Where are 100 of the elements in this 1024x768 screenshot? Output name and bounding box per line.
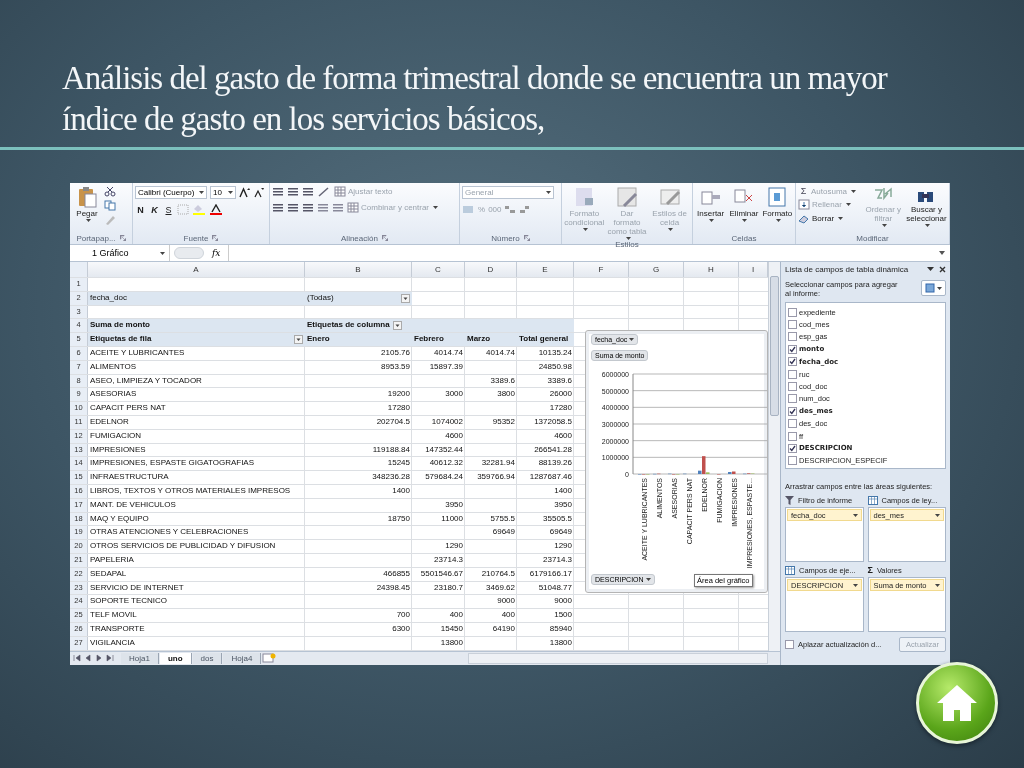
paste-button[interactable]: Pegar: [72, 186, 102, 222]
scissors-icon[interactable]: [104, 186, 116, 197]
table-cell: 1500: [554, 609, 572, 622]
table-cell-text: 51048.77: [538, 581, 572, 594]
cells-button[interactable]: Eliminar: [728, 186, 760, 222]
align-icon[interactable]: [272, 202, 284, 213]
align-icon[interactable]: [302, 186, 314, 197]
table-cell-text: 13800: [440, 636, 463, 649]
horizontal-scrollbar[interactable]: [468, 652, 768, 664]
checkbox[interactable]: [788, 369, 797, 379]
checkbox[interactable]: [788, 394, 797, 404]
fill-down-icon: [798, 199, 810, 210]
column-header[interactable]: D: [465, 262, 517, 277]
previous-sheet-icon[interactable]: [84, 654, 92, 663]
table-cell-text: 26000: [549, 388, 572, 401]
insert-function-button[interactable]: fx: [208, 248, 225, 258]
edit-button[interactable]: Buscar y seleccionar: [905, 186, 947, 227]
insert-sheet-icon[interactable]: [262, 653, 277, 664]
align-icon[interactable]: [287, 202, 299, 213]
format-button[interactable]: S: [163, 204, 174, 215]
checkbox[interactable]: [788, 456, 797, 466]
column-header[interactable]: C: [412, 262, 465, 277]
next-sheet-icon[interactable]: [95, 654, 103, 663]
format-button[interactable]: N: [135, 204, 146, 215]
table-cell-text: 23180.7: [434, 581, 463, 594]
first-sheet-icon[interactable]: [73, 654, 81, 663]
table-cell-text: 9000: [554, 595, 572, 608]
indent-icon[interactable]: [332, 202, 344, 213]
name-box[interactable]: 1 Gráfico: [70, 245, 170, 261]
indent-icon[interactable]: [317, 202, 329, 213]
table-cell-text: 3800: [497, 388, 515, 401]
table-format-icon: [616, 186, 638, 208]
table-cell-text: 4600: [445, 429, 463, 442]
sheet-tab[interactable]: Hoja1: [121, 652, 159, 664]
align-icon[interactable]: [272, 186, 284, 197]
cells-button[interactable]: Formato: [761, 186, 793, 222]
format-button[interactable]: K: [149, 204, 160, 215]
sheet-tab[interactable]: uno: [159, 652, 192, 664]
shrink-font-icon[interactable]: [253, 187, 264, 198]
cells-button[interactable]: Insertar: [695, 186, 727, 222]
font-color-icon[interactable]: [209, 204, 223, 215]
column-header[interactable]: H: [684, 262, 739, 277]
column-header[interactable]: A: [88, 262, 305, 277]
dropdown-icon[interactable]: [927, 266, 934, 272]
column-header[interactable]: G: [629, 262, 684, 277]
table-cell: Etiquetas de fila: [90, 333, 152, 346]
caret-icon: [645, 578, 651, 581]
layout-button[interactable]: [921, 280, 946, 296]
home-button[interactable]: [916, 662, 998, 744]
table-icon: [785, 565, 795, 575]
table-cell-text: 19200: [387, 388, 410, 401]
table-cell: 579684.24: [425, 471, 463, 484]
checkbox[interactable]: [785, 640, 794, 649]
table-cell-text: 3000: [445, 388, 463, 401]
checkbox[interactable]: [788, 307, 797, 317]
checkbox[interactable]: [788, 320, 797, 330]
caret-icon: [433, 206, 439, 209]
column-header[interactable]: B: [305, 262, 412, 277]
close-icon[interactable]: [939, 265, 946, 273]
orientation-icon[interactable]: [317, 186, 331, 197]
checkbox[interactable]: [788, 406, 797, 416]
align-icon[interactable]: [287, 186, 299, 197]
checkbox[interactable]: [788, 382, 797, 392]
chart-area[interactable]: [585, 330, 768, 593]
table-cell: OTROS SERVICIOS DE PUBLICIDAD Y DIFUSION: [90, 540, 276, 553]
edit-button[interactable]: Borrar: [798, 213, 861, 224]
font-size-field[interactable]: 10: [210, 186, 236, 199]
caret-icon: [935, 583, 940, 587]
table-cell-text: ASESORIAS: [90, 388, 137, 401]
table-cell-text: 4600: [554, 429, 572, 442]
sheet-tab[interactable]: Hoja4: [223, 652, 262, 664]
slide-title: Análisis del gasto de forma trimestral donde se encuentra un mayor índice de gasto en los servicios básicos,: [61, 59, 889, 139]
checkbox[interactable]: [788, 344, 797, 354]
clipboard-icon: [77, 186, 97, 208]
launcher-icon[interactable]: [212, 235, 219, 241]
fill-color-icon[interactable]: [192, 204, 206, 215]
checkbox[interactable]: [788, 444, 797, 453]
table-cell: 400: [501, 609, 515, 622]
column-header[interactable]: F: [574, 262, 629, 277]
table-cell-text: 11000: [441, 512, 463, 525]
grow-font-icon[interactable]: [239, 187, 250, 198]
checkbox[interactable]: [788, 332, 797, 342]
launcher-icon[interactable]: [381, 235, 388, 241]
checkbox[interactable]: [788, 419, 797, 429]
table-cell-text: OTRAS ATENCIONES Y CELEBRACIONES: [90, 526, 249, 539]
table-cell-text: 32281.94: [481, 457, 515, 470]
last-sheet-icon[interactable]: [106, 654, 114, 663]
column-header[interactable]: E: [517, 262, 574, 277]
table-cell-text: EDELNOR: [90, 415, 129, 428]
font-name-field[interactable]: Calibri (Cuerpo): [135, 186, 207, 199]
caret-icon: [228, 191, 233, 194]
brush-icon[interactable]: [104, 214, 116, 225]
checkbox[interactable]: [788, 357, 797, 367]
checkbox[interactable]: [788, 431, 797, 441]
table-cell-text: 266541.28: [534, 443, 572, 456]
align-icon[interactable]: [302, 202, 314, 213]
vertical-scrollbar[interactable]: [768, 262, 780, 651]
table-cell: 348236.28: [372, 471, 410, 484]
launcher-icon[interactable]: [119, 235, 126, 241]
sheet-tab[interactable]: dos: [192, 652, 223, 664]
